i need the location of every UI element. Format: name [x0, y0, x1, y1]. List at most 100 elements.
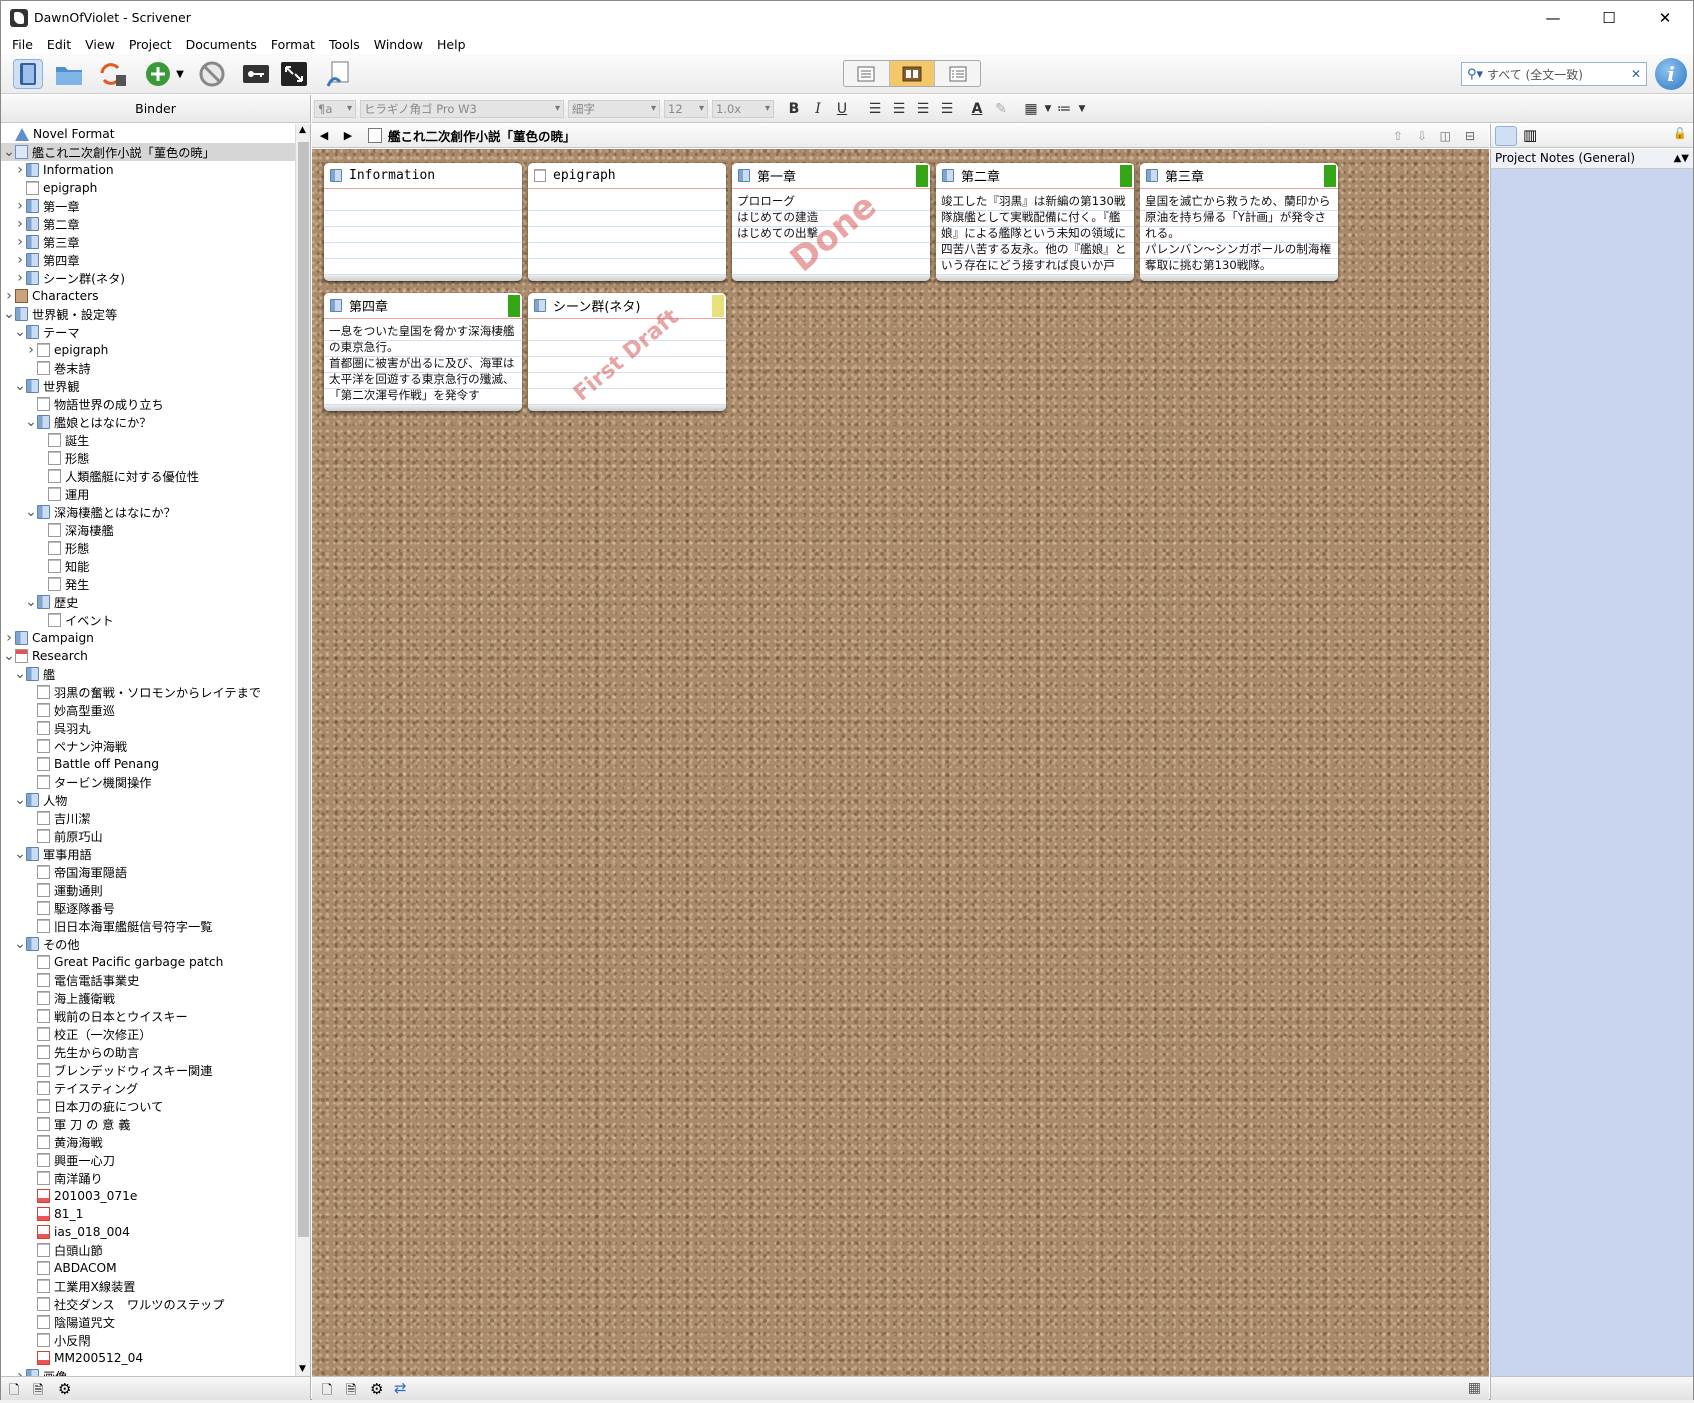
binder-item[interactable]: › Campaign — [1, 629, 295, 647]
bold-button[interactable]: B — [784, 99, 804, 119]
notes-tab-icon[interactable] — [1495, 126, 1517, 146]
card-title-bar[interactable]: 第一章 — [732, 163, 930, 189]
card-synopsis[interactable]: 竣工した『羽黒』は新編の第130戦隊旗艦として実戦配備に付く。『艦娘』による艦隊… — [941, 193, 1131, 271]
card-title-bar[interactable]: 第二章 — [936, 163, 1134, 189]
binder-item[interactable]: 電信電話事業史 — [1, 971, 295, 989]
index-card[interactable]: Information — [324, 163, 522, 281]
back-arrow-icon[interactable]: ◀ — [312, 129, 336, 142]
chevron-right-icon[interactable]: › — [14, 163, 26, 177]
binder-item[interactable]: ABDACOM — [1, 1259, 295, 1277]
scroll-up-icon[interactable]: ▲ — [299, 125, 306, 135]
chevron-right-icon[interactable]: › — [14, 253, 26, 267]
binder-item[interactable]: イベント — [1, 611, 295, 629]
chevron-down-icon[interactable]: ⌄ — [3, 649, 15, 663]
binder-item[interactable]: ⌄ 艦 — [1, 665, 295, 683]
list-icon[interactable]: ≔ — [1054, 99, 1074, 119]
binder-item[interactable]: Great Pacific garbage patch — [1, 953, 295, 971]
binder-item[interactable]: ⌄ 世界観・設定等 — [1, 305, 295, 323]
binder-item[interactable]: ⌄ 深海棲艦とはなにか？ — [1, 503, 295, 521]
menu-file[interactable]: File — [5, 37, 40, 52]
binder-item[interactable]: 海上護衛戦 — [1, 989, 295, 1007]
chevron-right-icon[interactable]: › — [14, 199, 26, 213]
footer-settings-gear-icon[interactable]: ⚙ — [370, 1380, 383, 1398]
binder-item[interactable]: › 第二章 — [1, 215, 295, 233]
list-chevron-down-icon[interactable]: ▼ — [1072, 99, 1092, 119]
composition-mode-button[interactable] — [279, 59, 309, 89]
binder-item[interactable]: 前原巧山 — [1, 827, 295, 845]
card-title-bar[interactable]: シーン群(ネタ) — [528, 293, 726, 319]
close-button[interactable]: ✕ — [1637, 1, 1693, 34]
line-spacing-select[interactable]: 1.0x — [712, 100, 774, 118]
binder-item[interactable]: ⌄ 世界観 — [1, 377, 295, 395]
align-left-icon[interactable]: ☰ — [865, 99, 885, 119]
sync-button[interactable] — [98, 59, 128, 89]
nav-down-icon[interactable]: ⇩ — [1417, 129, 1427, 143]
binder-item[interactable]: 形態 — [1, 449, 295, 467]
binder-item[interactable]: 発生 — [1, 575, 295, 593]
chevron-down-icon[interactable]: ⌄ — [25, 505, 37, 519]
chevron-right-icon[interactable]: › — [14, 235, 26, 249]
binder-item[interactable]: ⌄ 歴史 — [1, 593, 295, 611]
notes-selector-chevron-icon[interactable]: ▲▼ — [1674, 149, 1689, 168]
binder-item[interactable]: ias_018_004 — [1, 1223, 295, 1241]
binder-item[interactable]: ⌄ その他 — [1, 935, 295, 953]
binder-item[interactable]: 呉羽丸 — [1, 719, 295, 737]
binder-item[interactable]: 社交ダンス ワルツのステップ — [1, 1295, 295, 1313]
italic-button[interactable]: I — [808, 99, 828, 119]
chevron-right-icon[interactable]: › — [3, 631, 15, 645]
card-synopsis[interactable]: 皇国を滅亡から救うため、蘭印から原油を持ち帰る「Y計画」が発令される。 パレンバ… — [1145, 193, 1335, 271]
binder-item[interactable]: ペナン沖海戦 — [1, 737, 295, 755]
chevron-right-icon[interactable]: › — [25, 343, 37, 357]
binder-item[interactable]: epigraph — [1, 179, 295, 197]
card-title-bar[interactable]: epigraph — [528, 163, 726, 189]
binder-item[interactable]: ⌄ 人物 — [1, 791, 295, 809]
binder-item[interactable]: 先生からの助言 — [1, 1043, 295, 1061]
binder-item[interactable]: 南洋踊り — [1, 1169, 295, 1187]
card-title-bar[interactable]: 第三章 — [1140, 163, 1338, 189]
binder-item[interactable]: ⌄ 艦娘とはなにか？ — [1, 413, 295, 431]
binder-item[interactable]: ⌄ 軍事用語 — [1, 845, 295, 863]
binder-scroll-thumb[interactable] — [298, 142, 309, 1237]
chevron-right-icon[interactable]: › — [14, 217, 26, 231]
card-title-bar[interactable]: 第四章 — [324, 293, 522, 319]
font-size-select[interactable]: 12 — [664, 100, 708, 118]
binder-item[interactable]: MM200512_04 — [1, 1349, 295, 1367]
chevron-right-icon[interactable]: › — [3, 289, 15, 303]
binder-item[interactable]: タービン機関操作 — [1, 773, 295, 791]
search-clear-icon[interactable]: ✕ — [1631, 67, 1641, 81]
binder-item[interactable]: Battle off Penang — [1, 755, 295, 773]
index-card[interactable]: epigraph — [528, 163, 726, 281]
chevron-down-icon[interactable]: ⌄ — [14, 793, 26, 807]
scroll-down-icon[interactable]: ▼ — [299, 1364, 306, 1374]
binder-item[interactable]: Novel Format — [1, 125, 295, 143]
binder-item[interactable]: 白頭山節 — [1, 1241, 295, 1259]
highlight-icon[interactable]: ✎ — [991, 99, 1011, 119]
binder-item[interactable]: 戦前の日本とウイスキー — [1, 1007, 295, 1025]
card-synopsis[interactable]: 一息をついた皇国を脅かす深海棲艦の東京急行。 首都圏に被害が出るに及び、海軍は太… — [329, 323, 519, 401]
inspector-notes-title[interactable]: Project Notes (General) ▲▼ — [1490, 149, 1693, 169]
search-field[interactable]: ⚲▾ すべて (全文一致) ✕ — [1461, 62, 1647, 86]
binder-item[interactable]: › Information — [1, 161, 295, 179]
text-color-icon[interactable]: A — [967, 99, 987, 119]
align-justify-icon[interactable]: ☰ — [913, 99, 933, 119]
binder-item[interactable]: › 第三章 — [1, 233, 295, 251]
add-document-button[interactable] — [143, 59, 173, 89]
binder-item[interactable]: 妙高型重巡 — [1, 701, 295, 719]
binder-item[interactable]: ›画像 — [1, 1367, 295, 1376]
menu-window[interactable]: Window — [367, 37, 430, 52]
binder-item[interactable]: 工業用X線装置 — [1, 1277, 295, 1295]
chevron-down-icon[interactable]: ⌄ — [3, 145, 15, 159]
menu-edit[interactable]: Edit — [40, 37, 78, 52]
binder-item[interactable]: テイスティング — [1, 1079, 295, 1097]
index-card[interactable]: 第二章竣工した『羽黒』は新編の第130戦隊旗艦として実戦配備に付く。『艦娘』によ… — [936, 163, 1134, 281]
collections-button[interactable] — [54, 59, 84, 89]
chevron-down-icon[interactable]: ⌄ — [14, 379, 26, 393]
lock-icon[interactable]: 🔓 — [1673, 127, 1687, 140]
split-horizontal-icon[interactable]: ⊟ — [1465, 129, 1475, 143]
binder-item[interactable]: 81_1 — [1, 1205, 295, 1223]
inspector-info-button[interactable]: i — [1655, 58, 1687, 90]
font-family-select[interactable]: ヒラギノ角ゴ Pro W3 — [360, 100, 564, 118]
binder-item[interactable]: 興亜一心刀 — [1, 1151, 295, 1169]
binder-item[interactable]: › シーン群(ネタ) — [1, 269, 295, 287]
binder-item[interactable]: 知能 — [1, 557, 295, 575]
